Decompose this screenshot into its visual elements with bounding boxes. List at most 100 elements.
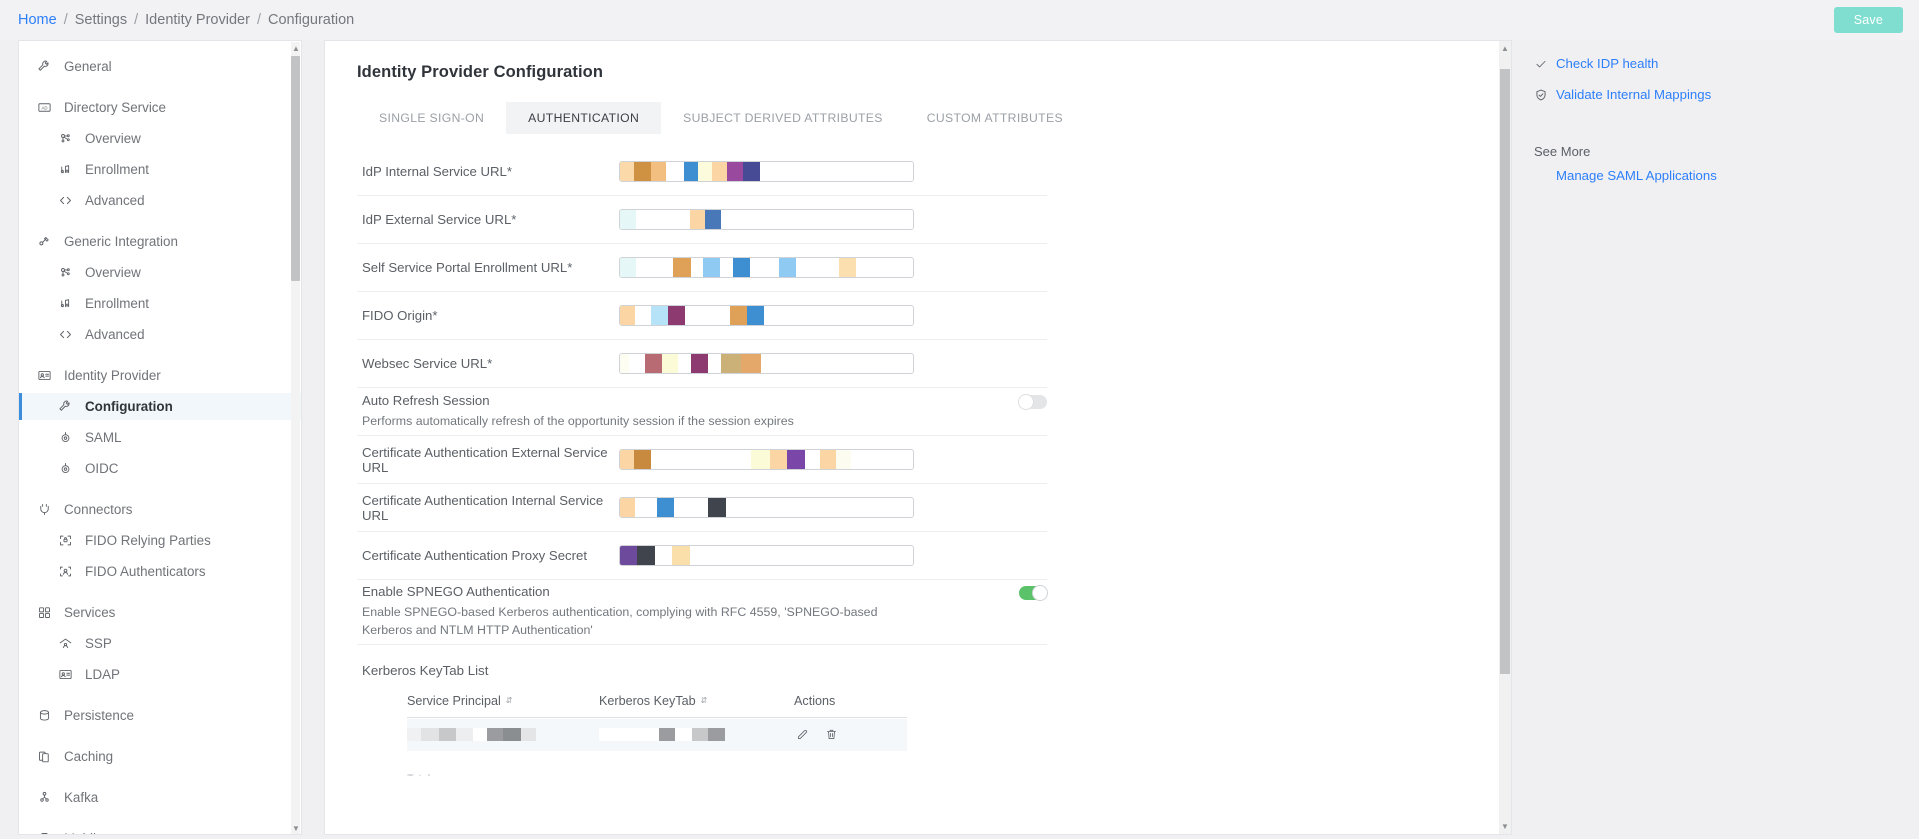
sidebar-scroll-thumb[interactable]: [291, 56, 300, 281]
sidebar-item-connectors[interactable]: Connectors: [19, 496, 301, 523]
text-input[interactable]: [619, 353, 914, 374]
table-row[interactable]: [407, 719, 907, 751]
masked-value-block: [726, 498, 911, 517]
masked-value-block: [657, 498, 674, 517]
sidebar-item-services[interactable]: Services: [19, 599, 301, 626]
sort-icon[interactable]: ⇵: [506, 697, 513, 704]
sidebar-item-ldap[interactable]: LDAP: [19, 661, 301, 688]
sidebar-item-mobile[interactable]: Mobile: [19, 825, 301, 834]
sidebar-item-oidc[interactable]: OIDC: [19, 455, 301, 482]
sidebar-item-general[interactable]: General: [19, 53, 301, 80]
main-scrollbar[interactable]: ▲ ▼: [1499, 41, 1511, 834]
sidebar-nav: General ADDirectory Service Overview Enroll…: [19, 41, 301, 834]
tab-subject-derived-attributes[interactable]: SUBJECT DERIVED ATTRIBUTES: [661, 102, 905, 134]
code-icon: [56, 192, 75, 209]
sidebar-item-fido-relying-parties[interactable]: FIDO Relying Parties: [19, 527, 301, 554]
sidebar-item-fido-authenticators[interactable]: FIDO Authenticators: [19, 558, 301, 585]
sidebar-item-advanced[interactable]: Advanced: [19, 321, 301, 348]
text-input[interactable]: [619, 161, 914, 182]
sidebar-item-persistence[interactable]: Persistence: [19, 702, 301, 729]
sidebar-item-ssp[interactable]: SSP: [19, 630, 301, 657]
text-input[interactable]: [619, 305, 914, 326]
right-panel-link-validate-internal-mappings[interactable]: Validate Internal Mappings: [1534, 87, 1917, 102]
form-row: Certificate Authentication Internal Serv…: [357, 484, 1047, 532]
sidebar-item-label: Enrollment: [85, 162, 149, 177]
sidebar-item-identity-provider[interactable]: Identity Provider: [19, 362, 301, 389]
masked-value-block: [666, 162, 684, 181]
sidebar-item-generic-integration[interactable]: Generic Integration: [19, 228, 301, 255]
masked-cell-block: [503, 728, 521, 741]
see-more-link-manage-saml-applications[interactable]: Manage SAML Applications: [1534, 168, 1917, 183]
text-input[interactable]: [619, 449, 914, 470]
wrench-icon: [35, 58, 54, 75]
scroll-down-icon[interactable]: ▼: [1501, 822, 1509, 831]
scroll-down-icon[interactable]: ▼: [292, 824, 300, 833]
masked-value-block: [779, 258, 796, 277]
form-row: Self Service Portal Enrollment URL*: [357, 244, 1047, 292]
masked-value-block: [703, 258, 720, 277]
delete-icon[interactable]: [825, 728, 838, 741]
sidebar-scrollbar[interactable]: ▲ ▼: [291, 42, 300, 835]
field-label: Certificate Authentication Proxy Secret: [357, 548, 619, 563]
sidebar-item-overview[interactable]: Overview: [19, 125, 301, 152]
edit-icon[interactable]: [796, 728, 809, 741]
sidebar-item-enrollment[interactable]: Enrollment: [19, 156, 301, 183]
sidebar-item-label: SSP: [85, 636, 112, 651]
tab-custom-attributes[interactable]: CUSTOM ATTRIBUTES: [905, 102, 1085, 134]
tab-authentication[interactable]: AUTHENTICATION: [506, 102, 661, 134]
tab-single-sign-on[interactable]: SINGLE SIGN-ON: [357, 102, 506, 134]
sidebar-item-caching[interactable]: Caching: [19, 743, 301, 770]
masked-value-block: [764, 306, 910, 325]
masked-value-block: [690, 210, 706, 229]
masked-cell-block: [675, 728, 692, 741]
portal-icon: [56, 635, 75, 652]
sidebar-item-overview[interactable]: Overview: [19, 259, 301, 286]
masked-value-block: [730, 306, 747, 325]
masked-value-block: [684, 162, 699, 181]
masked-value-block: [743, 162, 760, 181]
sidebar-item-directory-service[interactable]: ADDirectory Service: [19, 94, 301, 121]
sidebar-item-label: Enrollment: [85, 296, 149, 311]
breadcrumb-identity-provider[interactable]: Identity Provider: [145, 12, 250, 28]
text-input[interactable]: [619, 257, 914, 278]
breadcrumb-home[interactable]: Home: [18, 12, 57, 28]
field-label: Self Service Portal Enrollment URL*: [357, 260, 619, 275]
right-panel-link-check-idp-health[interactable]: Check IDP health: [1534, 56, 1917, 71]
masked-value-block: [721, 354, 741, 373]
scroll-up-icon[interactable]: ▲: [1501, 44, 1509, 53]
masked-value-block: [685, 306, 730, 325]
masked-value-block: [637, 546, 655, 565]
spnego-toggle[interactable]: [1019, 586, 1047, 600]
kafka-icon: [35, 789, 54, 806]
check-icon: [1534, 57, 1556, 71]
text-input[interactable]: [619, 545, 914, 566]
masked-cell-block: [659, 728, 675, 741]
masked-value-block: [708, 498, 726, 517]
column-header-kerberos-keytab[interactable]: Kerberos KeyTab ⇵: [599, 694, 794, 708]
text-input[interactable]: [619, 497, 914, 518]
sidebar-item-label: Overview: [85, 131, 141, 146]
breadcrumb-settings[interactable]: Settings: [75, 12, 127, 28]
scroll-up-icon[interactable]: ▲: [292, 44, 300, 53]
save-button[interactable]: Save: [1834, 7, 1903, 33]
page-body: General ADDirectory Service Overview Enroll…: [0, 40, 1919, 839]
sidebar-item-advanced[interactable]: Advanced: [19, 187, 301, 214]
badge-icon: AD: [35, 99, 54, 116]
sidebar-item-label: Mobile: [64, 831, 103, 834]
main-scroll-thumb[interactable]: [1500, 69, 1510, 674]
field-label: Websec Service URL*: [357, 356, 619, 371]
masked-value-block: [674, 498, 708, 517]
sort-icon[interactable]: ⇵: [701, 697, 708, 704]
masked-value-block: [705, 210, 721, 229]
sidebar-item-saml[interactable]: SAML: [19, 424, 301, 451]
column-header-service-principal[interactable]: Service Principal ⇵: [407, 694, 599, 708]
sidebar-item-enrollment[interactable]: Enrollment: [19, 290, 301, 317]
masked-value-block: [634, 162, 651, 181]
table-body: [407, 719, 907, 751]
breadcrumb: Home / Settings / Identity Provider / Co…: [18, 12, 354, 28]
sidebar-item-kafka[interactable]: Kafka: [19, 784, 301, 811]
sidebar-item-configuration[interactable]: Configuration: [19, 393, 301, 420]
connector-icon: [35, 233, 54, 250]
text-input[interactable]: [619, 209, 914, 230]
auto-refresh-toggle[interactable]: [1019, 395, 1047, 409]
